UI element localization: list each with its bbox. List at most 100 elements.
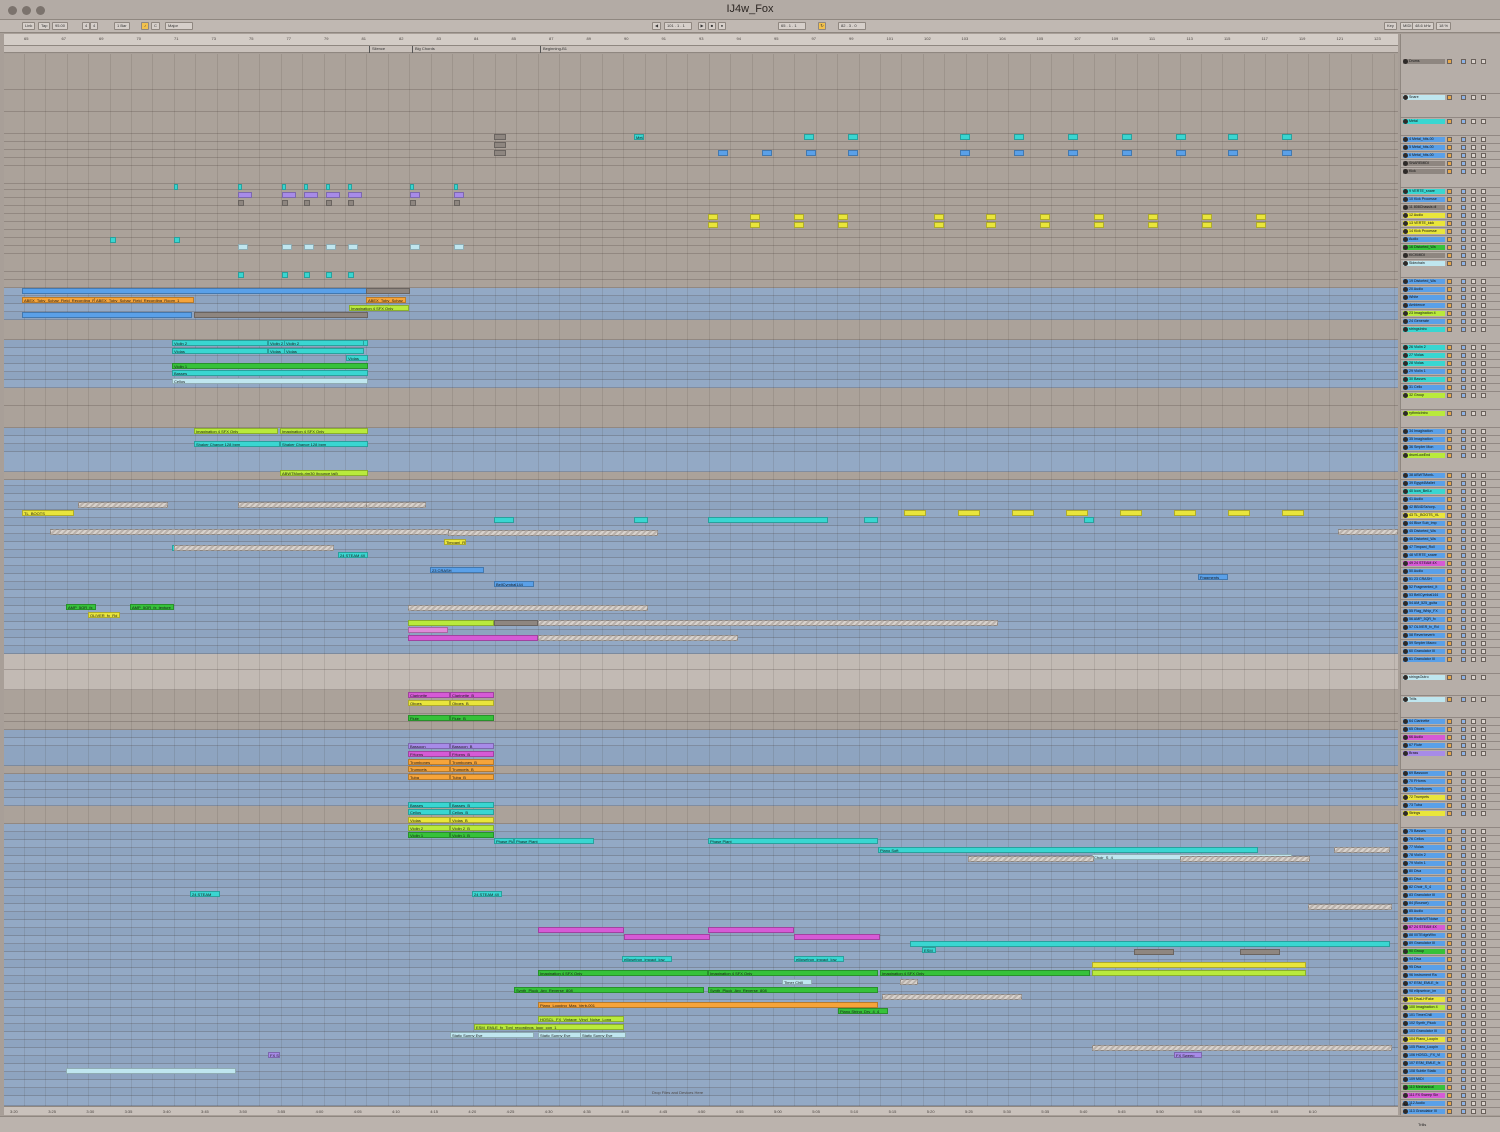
track-name[interactable]: Drums xyxy=(1403,59,1445,64)
track-name[interactable]: Audio xyxy=(1403,237,1445,242)
track-name[interactable]: Kick xyxy=(1403,169,1445,174)
solo-button[interactable] xyxy=(1461,625,1466,630)
monitor-button[interactable] xyxy=(1481,885,1486,890)
mixer-track[interactable]: 97 ESM_EMLE_fx xyxy=(1401,980,1500,988)
track-activator-button[interactable] xyxy=(1447,369,1452,374)
track-activator-button[interactable] xyxy=(1447,1085,1452,1090)
clip[interactable] xyxy=(408,620,494,626)
track-activator-button[interactable] xyxy=(1447,901,1452,906)
track-lane[interactable] xyxy=(4,452,1398,472)
clip[interactable] xyxy=(1282,510,1304,516)
track-activator-button[interactable] xyxy=(1447,513,1452,518)
solo-button[interactable] xyxy=(1461,787,1466,792)
arm-button[interactable] xyxy=(1471,1077,1476,1082)
loop-icon[interactable]: ↻ xyxy=(818,22,826,30)
track-activator-button[interactable] xyxy=(1447,727,1452,732)
mixer-track[interactable]: 109 MIDI xyxy=(1401,1076,1500,1084)
track-activator-button[interactable] xyxy=(1447,353,1452,358)
solo-button[interactable] xyxy=(1461,997,1466,1002)
monitor-button[interactable] xyxy=(1481,161,1486,166)
track-activator-button[interactable] xyxy=(1447,779,1452,784)
clip[interactable] xyxy=(1040,214,1050,220)
clip[interactable]: FX Swe xyxy=(268,1052,280,1058)
arm-button[interactable] xyxy=(1471,973,1476,978)
fold-icon[interactable] xyxy=(1403,385,1408,390)
track-activator-button[interactable] xyxy=(1447,385,1452,390)
clip[interactable]: Tuba_B xyxy=(450,774,494,780)
mixer-track[interactable]: 32 Group xyxy=(1401,392,1500,410)
link-button[interactable]: Link xyxy=(22,22,36,30)
monitor-button[interactable] xyxy=(1481,901,1486,906)
fold-icon[interactable] xyxy=(1403,137,1408,142)
clip[interactable]: Oboes xyxy=(408,700,450,706)
fold-icon[interactable] xyxy=(1403,377,1408,382)
locator-big-chords[interactable]: Big Chords xyxy=(412,46,435,53)
mixer-track[interactable]: 6 Metal_hits-00 xyxy=(1401,152,1500,160)
fold-icon[interactable] xyxy=(1403,361,1408,366)
fold-icon[interactable] xyxy=(1403,1021,1408,1026)
monitor-button[interactable] xyxy=(1481,261,1486,266)
clip[interactable]: Phase Plant xyxy=(514,838,594,844)
fold-icon[interactable] xyxy=(1403,437,1408,442)
track-activator-button[interactable] xyxy=(1447,965,1452,970)
clip[interactable] xyxy=(348,244,358,250)
track-name[interactable]: 40 Icon_Bell-c xyxy=(1403,489,1445,494)
loop-bar[interactable]: Silence Big Chords Beginning-B1 xyxy=(4,46,1398,53)
fold-icon[interactable] xyxy=(1403,213,1408,218)
track-name[interactable]: Brass xyxy=(1403,751,1445,756)
solo-button[interactable] xyxy=(1461,609,1466,614)
fold-icon[interactable] xyxy=(1403,877,1408,882)
track-activator-button[interactable] xyxy=(1447,1077,1452,1082)
monitor-button[interactable] xyxy=(1481,545,1486,550)
clip[interactable] xyxy=(1122,150,1132,156)
arm-button[interactable] xyxy=(1471,453,1476,458)
track-lane[interactable] xyxy=(4,824,1398,832)
tempo-field[interactable]: 95.00 xyxy=(52,22,69,30)
track-activator-button[interactable] xyxy=(1447,845,1452,850)
clip[interactable] xyxy=(282,272,288,278)
clip[interactable] xyxy=(718,150,728,156)
clip[interactable] xyxy=(864,517,878,523)
track-activator-button[interactable] xyxy=(1447,909,1452,914)
track-activator-button[interactable] xyxy=(1447,169,1452,174)
clip[interactable] xyxy=(22,312,192,318)
clip[interactable]: Tuba xyxy=(408,774,450,780)
fold-icon[interactable] xyxy=(1403,353,1408,358)
track-name[interactable]: 32 Group xyxy=(1403,393,1445,398)
clip[interactable]: Metal xyxy=(634,134,644,140)
clip[interactable] xyxy=(904,510,926,516)
mixer-track[interactable]: rythmicIntro xyxy=(1401,410,1500,428)
mixer-track[interactable]: 28 Violas xyxy=(1401,360,1500,368)
monitor-button[interactable] xyxy=(1481,625,1486,630)
track-activator-button[interactable] xyxy=(1447,521,1452,526)
track-name[interactable]: 38 ABWTMonk- xyxy=(1403,473,1445,478)
mixer-track[interactable]: stringsIntro xyxy=(1401,326,1500,344)
track-lane[interactable] xyxy=(4,502,1398,510)
track-name[interactable]: 48 VERTE_snare xyxy=(1403,553,1445,558)
track-name[interactable]: 97 ESM_EMLE_fx xyxy=(1403,981,1445,986)
track-activator-button[interactable] xyxy=(1447,287,1452,292)
track-name[interactable]: 80 Diva xyxy=(1403,869,1445,874)
mixer-track[interactable]: 27 Violas xyxy=(1401,352,1500,360)
track-lane[interactable] xyxy=(4,486,1398,494)
track-name[interactable]: 65 Oboes xyxy=(1403,727,1445,732)
mixer-track[interactable]: 73 Tuba xyxy=(1401,802,1500,810)
clip[interactable] xyxy=(408,605,648,611)
track-name[interactable]: 109 MIDI xyxy=(1403,1077,1445,1082)
fold-icon[interactable] xyxy=(1403,779,1408,784)
clip[interactable]: FHorns xyxy=(408,751,450,757)
monitor-button[interactable] xyxy=(1481,965,1486,970)
stop-icon[interactable]: ■ xyxy=(708,22,716,30)
track-lane[interactable] xyxy=(4,738,1398,746)
monitor-button[interactable] xyxy=(1481,1053,1486,1058)
track-name[interactable]: Sidechain xyxy=(1403,261,1445,266)
monitor-button[interactable] xyxy=(1481,1045,1486,1050)
solo-button[interactable] xyxy=(1461,385,1466,390)
track-activator-button[interactable] xyxy=(1447,221,1452,226)
mixer-track[interactable]: 44 Blue Sub_Imp xyxy=(1401,520,1500,528)
track-lane[interactable] xyxy=(4,388,1398,406)
clip[interactable]: FHorns_B xyxy=(450,751,494,757)
monitor-button[interactable] xyxy=(1481,411,1486,416)
solo-button[interactable] xyxy=(1461,751,1466,756)
monitor-button[interactable] xyxy=(1481,1029,1486,1034)
